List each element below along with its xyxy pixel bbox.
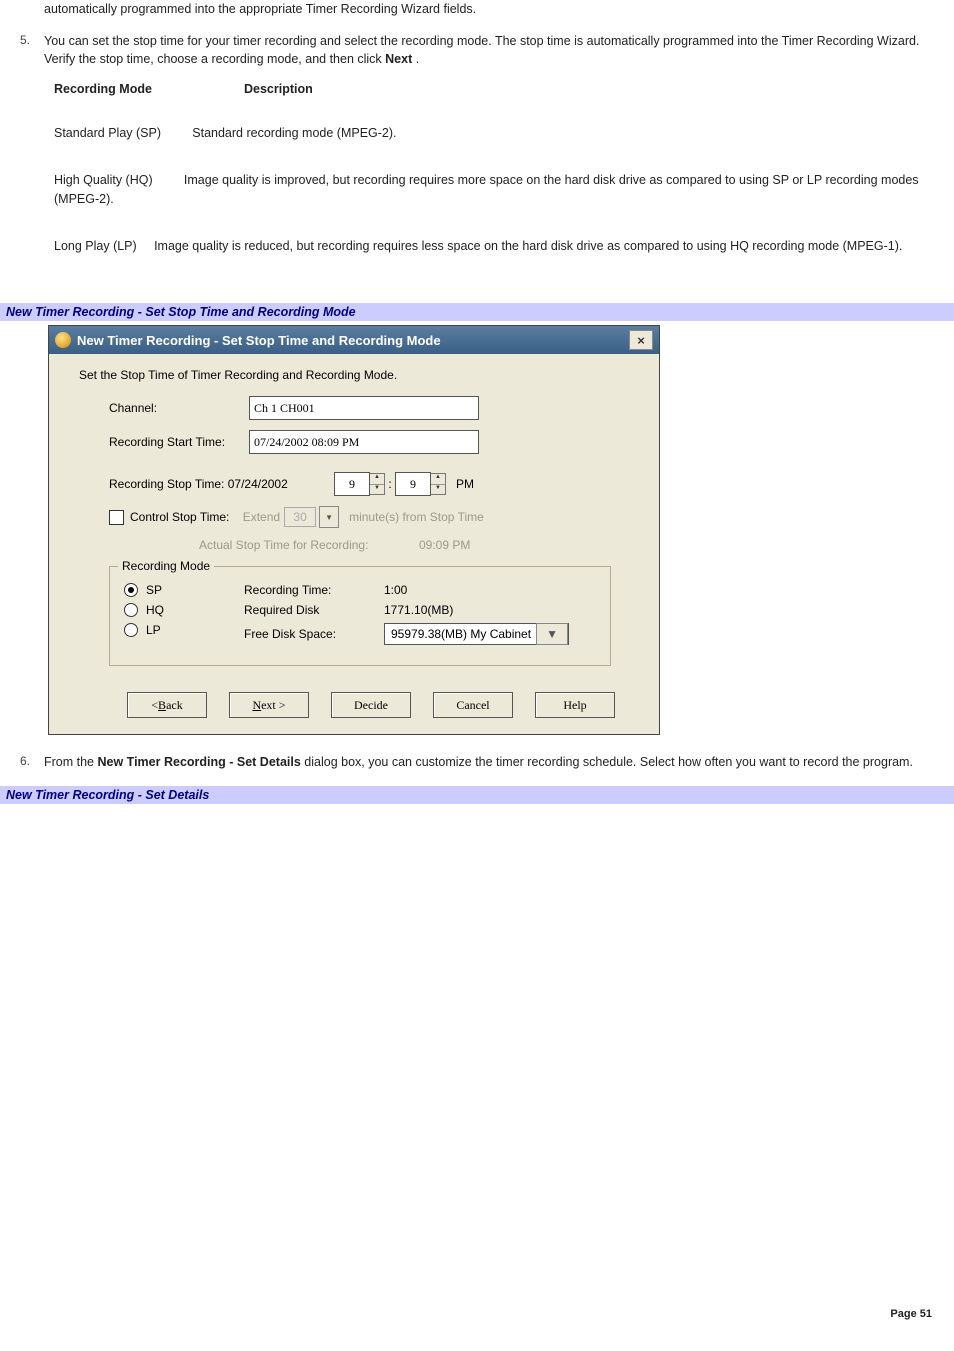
header-col1: Recording Mode: [54, 82, 244, 96]
mode-lp: Long Play (LP) Image quality is reduced,…: [54, 237, 942, 256]
mode-lp-name: Long Play (LP): [54, 239, 137, 253]
step-6-b: dialog box, you can customize the timer …: [304, 755, 913, 769]
help-button[interactable]: Help: [535, 692, 615, 718]
step-6-bold: New Timer Recording - Set Details: [98, 755, 301, 769]
next-button[interactable]: Next >: [229, 692, 309, 718]
back-u: B: [158, 698, 166, 713]
radio-hq[interactable]: HQ: [124, 603, 234, 617]
extend-tail: minute(s) from Stop Time: [349, 510, 484, 524]
step-6-number: 6.: [20, 753, 30, 770]
radio-hq-dot: [124, 603, 138, 617]
group-legend: Recording Mode: [118, 559, 214, 573]
back-pre: <: [151, 698, 158, 713]
req-disk-value: 1771.10(MB): [384, 603, 453, 617]
control-stop-label: Control Stop Time:: [130, 510, 229, 524]
step-5-number: 5.: [20, 32, 30, 49]
stop-minute-input[interactable]: [395, 472, 431, 496]
page-number: Page 51: [0, 808, 954, 1332]
dialog-stop-time: New Timer Recording - Set Stop Time and …: [48, 325, 660, 735]
step-6-a: From the: [44, 755, 98, 769]
step-5-text-a: You can set the stop time for your timer…: [44, 34, 919, 66]
channel-input[interactable]: [249, 396, 479, 420]
radio-sp-label: SP: [146, 583, 162, 597]
mode-lp-desc: Image quality is reduced, but recording …: [154, 239, 902, 253]
header-col2: Description: [244, 82, 313, 96]
free-disk-select[interactable]: 95979.38(MB) My Cabinet ▼: [384, 623, 569, 645]
step-6: 6. From the New Timer Recording - Set De…: [44, 753, 942, 771]
req-disk-label: Required Disk: [244, 603, 384, 617]
heading-bar-1: New Timer Recording - Set Stop Time and …: [0, 303, 954, 321]
mode-hq: High Quality (HQ) Image quality is impro…: [54, 171, 942, 209]
actual-stop-value: 09:09 PM: [419, 538, 470, 552]
extend-value: 30: [284, 507, 316, 527]
stop-hour-input[interactable]: [334, 472, 370, 496]
radio-sp[interactable]: SP: [124, 583, 234, 597]
free-disk-label: Free Disk Space:: [244, 627, 384, 641]
heading-bar-2: New Timer Recording - Set Details: [0, 786, 954, 804]
titlebar: New Timer Recording - Set Stop Time and …: [49, 326, 659, 354]
cancel-button[interactable]: Cancel: [433, 692, 513, 718]
mode-sp-name: Standard Play (SP): [54, 126, 161, 140]
step-5: 5. You can set the stop time for your ti…: [44, 32, 942, 68]
radio-lp-label: LP: [146, 623, 161, 637]
app-icon: [55, 332, 71, 348]
intro-fragment: automatically programmed into the approp…: [44, 0, 942, 18]
back-button[interactable]: < Back: [127, 692, 207, 718]
mode-sp: Standard Play (SP) Standard recording mo…: [54, 124, 942, 143]
rec-time-label: Recording Time:: [244, 583, 384, 597]
back-post: ack: [166, 698, 183, 713]
extend-label: Extend: [243, 510, 280, 524]
stop-time-label: Recording Stop Time: 07/24/2002: [109, 477, 334, 491]
mode-table-header: Recording Mode Description: [54, 82, 942, 96]
radio-hq-label: HQ: [146, 603, 164, 617]
ampm-label: PM: [456, 477, 474, 491]
free-disk-value: 95979.38(MB) My Cabinet: [385, 627, 537, 641]
dialog-title: New Timer Recording - Set Stop Time and …: [77, 333, 441, 348]
next-post: ext >: [261, 698, 285, 713]
mode-sp-desc: Standard recording mode (MPEG-2).: [192, 126, 396, 140]
radio-lp[interactable]: LP: [124, 623, 234, 637]
step-5-bold: Next: [385, 52, 412, 66]
radio-sp-dot: [124, 583, 138, 597]
stop-hour-spinner[interactable]: ▲▼: [370, 473, 385, 495]
actual-stop-label: Actual Stop Time for Recording:: [199, 538, 419, 552]
next-u: N: [252, 698, 261, 713]
close-button[interactable]: ×: [629, 330, 653, 350]
start-time-label: Recording Start Time:: [109, 435, 249, 449]
start-time-input[interactable]: [249, 430, 479, 454]
radio-lp-dot: [124, 623, 138, 637]
mode-hq-name: High Quality (HQ): [54, 173, 153, 187]
channel-label: Channel:: [109, 401, 249, 415]
recording-mode-group: Recording Mode SP HQ LP: [109, 566, 611, 666]
chevron-down-icon: ▼: [536, 623, 568, 645]
rec-time-value: 1:00: [384, 583, 407, 597]
mode-hq-desc: Image quality is improved, but recording…: [54, 173, 919, 206]
stop-minute-spinner[interactable]: ▲▼: [431, 473, 446, 495]
extend-dropdown: ▼: [319, 506, 339, 528]
control-stop-checkbox[interactable]: [109, 510, 124, 525]
dialog-intro: Set the Stop Time of Timer Recording and…: [79, 368, 641, 382]
decide-button[interactable]: Decide: [331, 692, 411, 718]
step-5-text-b: .: [416, 52, 419, 66]
